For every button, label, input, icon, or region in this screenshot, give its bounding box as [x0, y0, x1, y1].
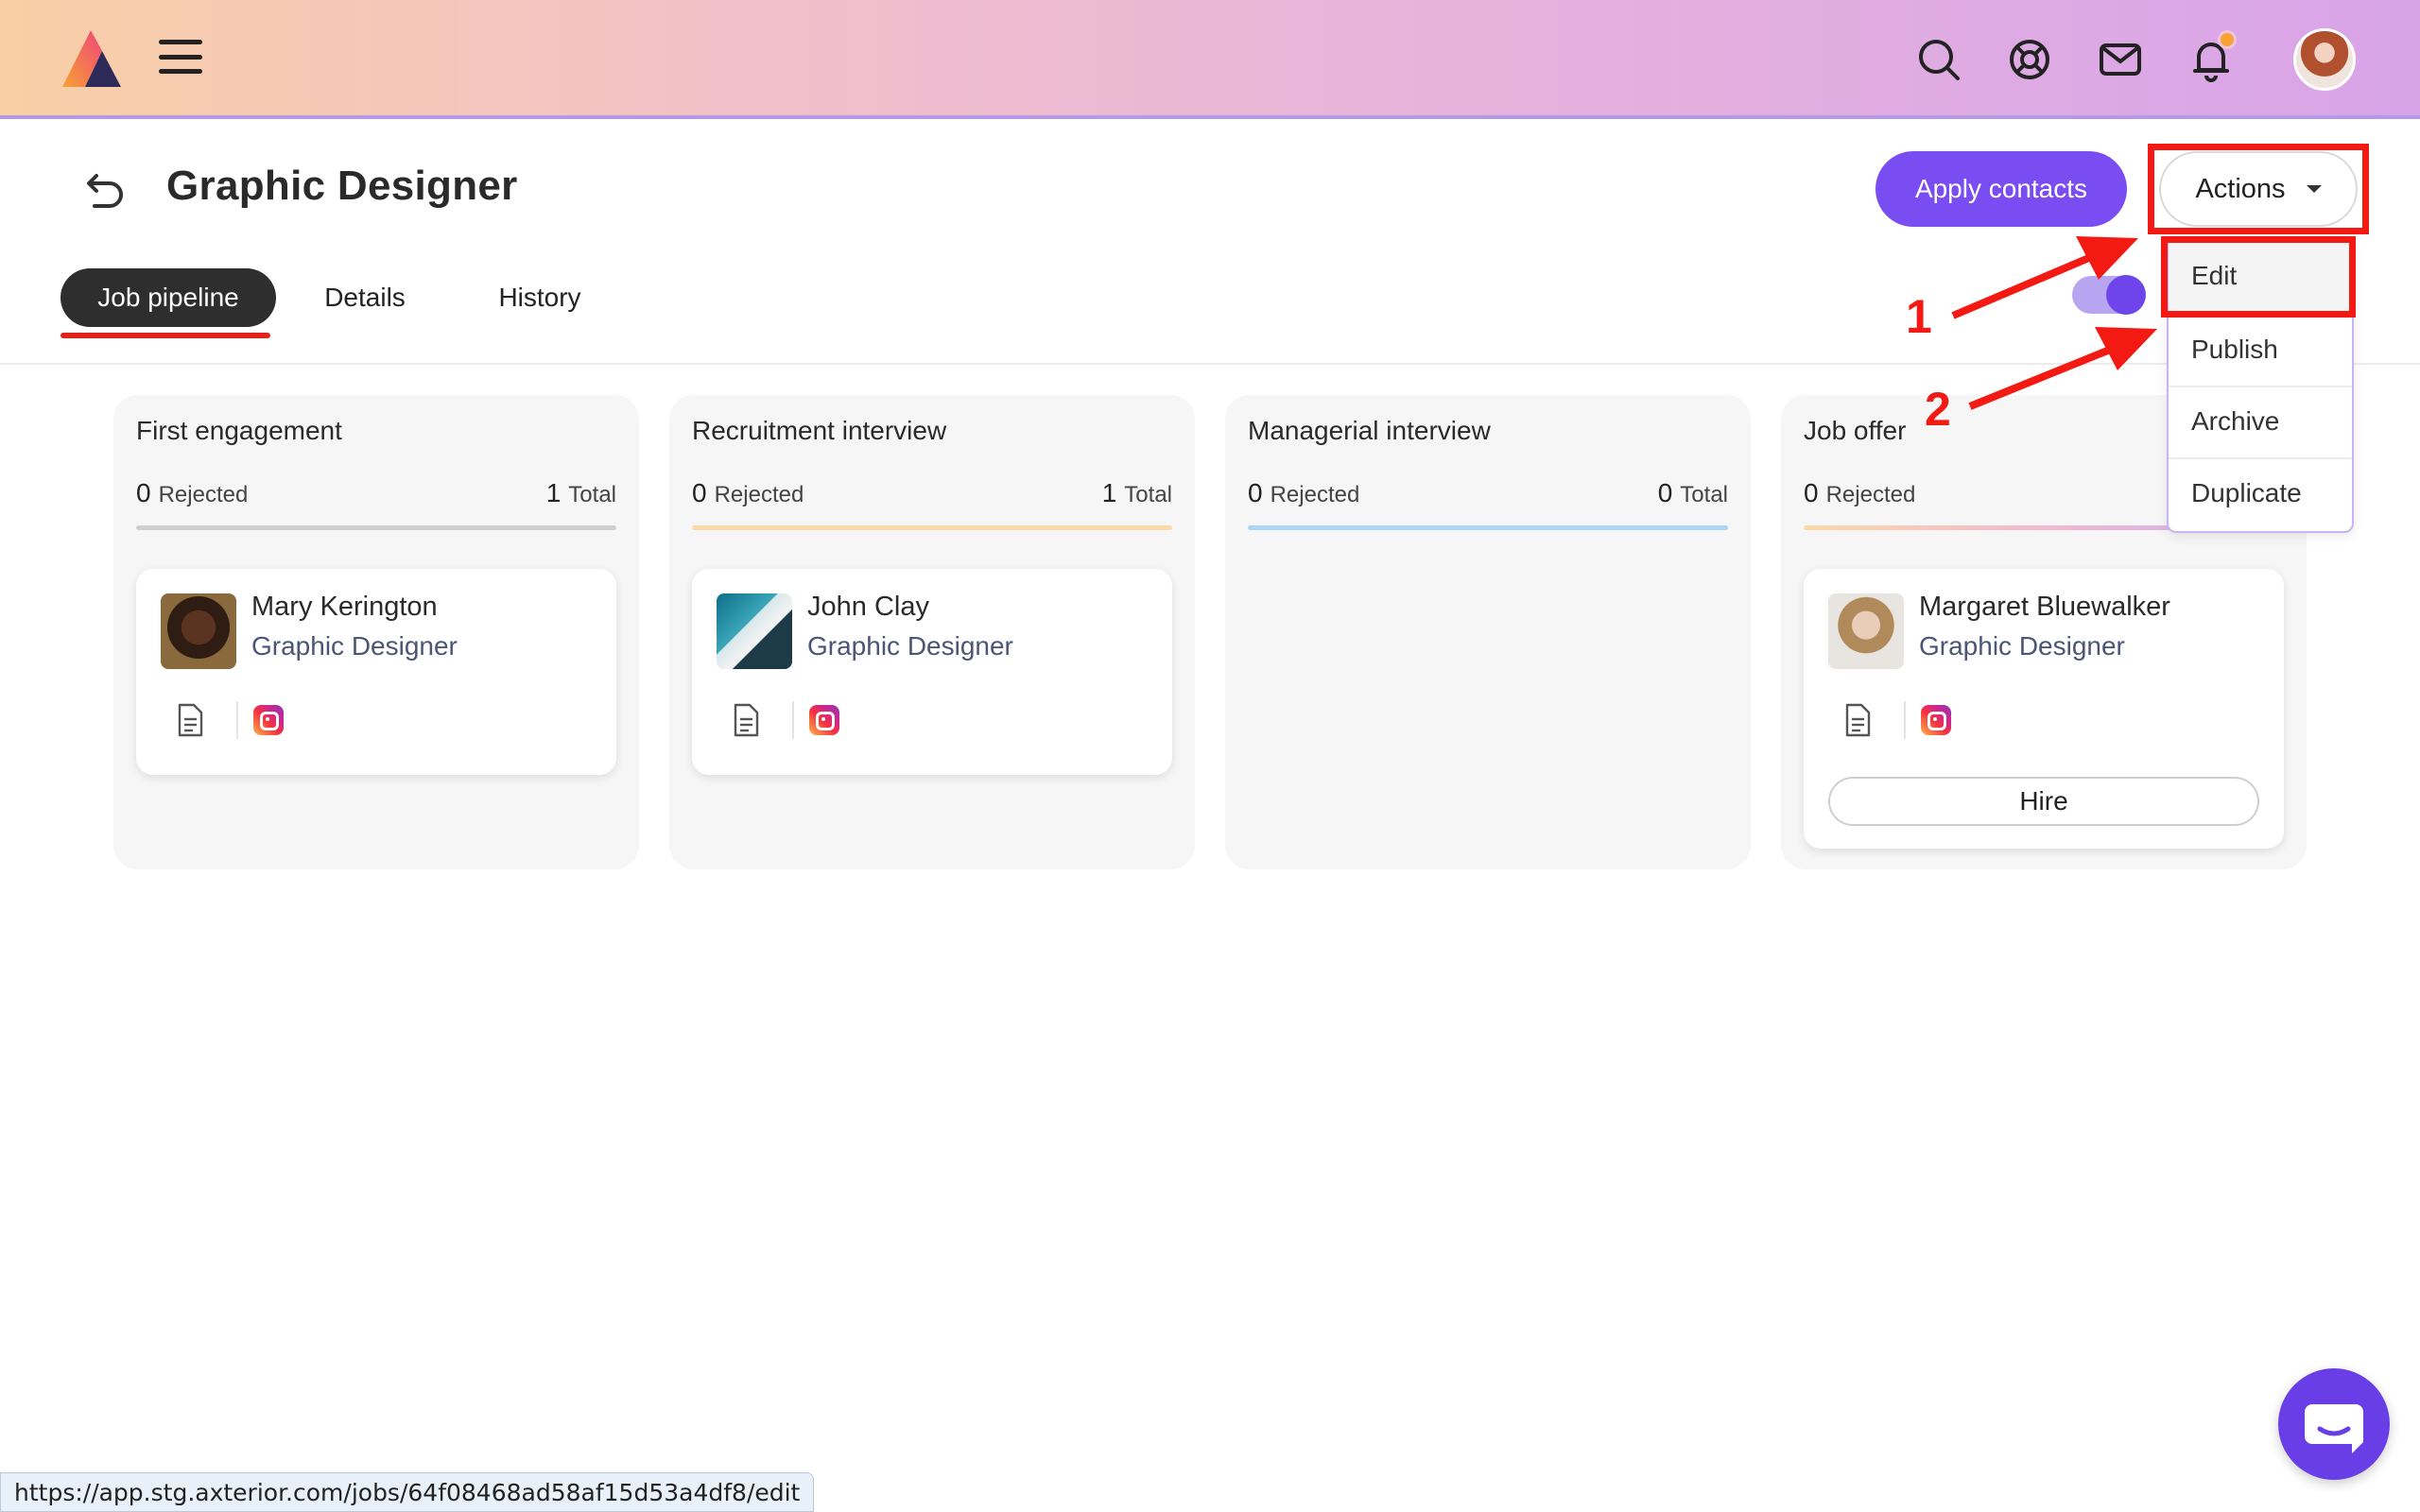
candidate-card[interactable]: John Clay Graphic Designer — [692, 569, 1172, 775]
app-logo-icon[interactable] — [57, 28, 125, 91]
view-toggle[interactable] — [2072, 275, 2146, 315]
document-icon[interactable] — [176, 703, 204, 737]
rejected-label: Rejected — [714, 482, 804, 507]
menu-item-duplicate[interactable]: Duplicate — [2169, 457, 2352, 529]
support-icon[interactable] — [2006, 36, 2053, 83]
candidate-photo — [1828, 593, 1904, 669]
rejected-number: 0 — [1804, 478, 1819, 507]
instagram-icon[interactable] — [809, 705, 839, 735]
candidate-name: John Clay — [807, 592, 929, 622]
total-number: 0 — [1657, 478, 1673, 507]
menu-item-archive[interactable]: Archive — [2169, 386, 2352, 457]
icon-separator — [1904, 701, 1906, 739]
document-icon[interactable] — [1843, 703, 1872, 737]
menu-item-publish[interactable]: Publish — [2169, 314, 2352, 386]
toggle-knob — [2106, 275, 2146, 315]
candidate-role: Graphic Designer — [251, 631, 458, 661]
total-label: Total — [1680, 482, 1728, 507]
mail-icon[interactable] — [2097, 36, 2144, 83]
rejected-count[interactable]: 0 Rejected — [1804, 478, 1915, 508]
rejected-number: 0 — [136, 478, 151, 507]
column-progress-bar — [692, 525, 1172, 530]
user-avatar[interactable] — [2293, 28, 2356, 91]
top-bar — [0, 0, 2420, 119]
column-progress-bar — [136, 525, 616, 530]
column-title: First engagement — [136, 416, 342, 445]
rejected-number: 0 — [692, 478, 707, 507]
total-number: 1 — [1101, 478, 1117, 507]
notification-badge — [2218, 30, 2237, 49]
page-title: Graphic Designer — [166, 163, 518, 209]
annotation-box-edit — [2161, 236, 2356, 318]
column-title: Managerial interview — [1248, 416, 1491, 445]
total-count: 1 Total — [546, 478, 616, 508]
annotation-step-2: 2 — [1925, 383, 1951, 436]
tab-history[interactable]: History — [467, 268, 613, 327]
annotation-step-1: 1 — [1906, 290, 1932, 343]
total-count: 1 Total — [1102, 478, 1172, 508]
chat-button[interactable] — [2278, 1368, 2390, 1480]
column-title: Job offer — [1804, 416, 1907, 445]
total-label: Total — [1124, 482, 1172, 507]
annotation-box-actions — [2148, 144, 2369, 234]
hire-button[interactable]: Hire — [1828, 777, 2259, 826]
header-divider — [0, 363, 2420, 365]
rejected-label: Rejected — [1270, 482, 1360, 507]
total-count: 0 Total — [1658, 478, 1728, 508]
instagram-icon[interactable] — [253, 705, 284, 735]
app-root: Graphic Designer Apply contacts Actions … — [0, 0, 2420, 1512]
rejected-count[interactable]: 0 Rejected — [692, 478, 804, 508]
tab-annotation-underline — [60, 333, 270, 338]
icon-separator — [792, 701, 794, 739]
candidate-name: Mary Kerington — [251, 592, 438, 622]
pipeline-column: Recruitment interview 0 Rejected 1 Total J… — [669, 395, 1195, 869]
rejected-count[interactable]: 0 Rejected — [136, 478, 248, 508]
column-title: Recruitment interview — [692, 416, 947, 445]
rejected-label: Rejected — [158, 482, 249, 507]
candidate-card[interactable]: Margaret Bluewalker Graphic Designer Hir… — [1804, 569, 2284, 849]
document-icon[interactable] — [732, 703, 760, 737]
candidate-card[interactable]: Mary Kerington Graphic Designer — [136, 569, 616, 775]
status-bar-url: https://app.stg.axterior.com/jobs/64f084… — [0, 1472, 815, 1512]
instagram-icon[interactable] — [1921, 705, 1951, 735]
apply-contacts-button[interactable]: Apply contacts — [1876, 151, 2127, 227]
rejected-count[interactable]: 0 Rejected — [1248, 478, 1359, 508]
search-icon[interactable] — [1915, 36, 1962, 83]
pipeline-column: First engagement 0 Rejected 1 Total Mary K… — [113, 395, 639, 869]
tab-job-pipeline[interactable]: Job pipeline — [60, 268, 276, 327]
pipeline-column: Managerial interview 0 Rejected 0 Total — [1225, 395, 1751, 869]
total-number: 1 — [545, 478, 562, 507]
icon-separator — [236, 701, 238, 739]
candidate-name: Margaret Bluewalker — [1919, 592, 2170, 622]
candidate-role: Graphic Designer — [1919, 631, 2125, 661]
chat-icon — [2305, 1404, 2363, 1453]
rejected-label: Rejected — [1825, 482, 1916, 507]
total-label: Total — [568, 482, 616, 507]
candidate-photo — [717, 593, 792, 669]
candidate-role: Graphic Designer — [807, 631, 1013, 661]
rejected-number: 0 — [1248, 478, 1263, 507]
menu-icon[interactable] — [159, 40, 202, 74]
candidate-photo — [161, 593, 236, 669]
column-progress-bar — [1248, 525, 1728, 530]
back-icon[interactable] — [83, 168, 129, 210]
tab-details[interactable]: Details — [299, 268, 431, 327]
